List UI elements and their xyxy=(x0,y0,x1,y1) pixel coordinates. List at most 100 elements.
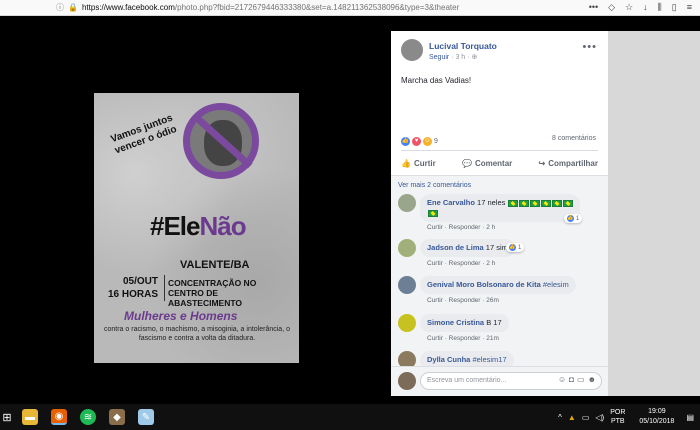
poster-scrawl: Vamos juntos vencer o ódio xyxy=(109,112,179,157)
brazil-flag-icon xyxy=(541,199,552,207)
follow-line: Seguir · 3 h · ⊕ xyxy=(429,54,478,61)
commenter-avatar[interactable] xyxy=(398,194,416,212)
commenter-name[interactable]: Dylla Cunha xyxy=(427,355,470,364)
brazil-flag-icon xyxy=(563,199,574,207)
poster-city: VALENTE/BA xyxy=(180,259,250,271)
brazil-flag-icon xyxy=(552,199,563,207)
post-actions: 👍 Curtir 💬 Comentar ↪ Compartilhar xyxy=(401,155,598,171)
commenter-name[interactable]: Ene Carvalho xyxy=(427,198,475,207)
comment-button[interactable]: 💬 Comentar xyxy=(462,155,512,171)
clock[interactable]: 19:09 05/10/2018 xyxy=(639,407,674,427)
share-button[interactable]: ↪ Compartilhar xyxy=(539,155,599,171)
commenter-name[interactable]: Genival Moro Bolsonaro de Kita xyxy=(427,280,541,289)
pocket-icon[interactable]: ◇ xyxy=(608,2,615,13)
elenao-poster: Vamos juntos vencer o ódio #EleNão VALEN… xyxy=(94,93,299,363)
haha-reaction-icon: ☺ xyxy=(423,136,432,146)
post-header: Lucival Torquato Seguir · 3 h · ⊕ ••• xyxy=(401,39,601,63)
commenter-name[interactable]: Jadson de Lima xyxy=(427,243,484,252)
reaction-count: 9 xyxy=(434,137,438,145)
chevron-up-icon[interactable]: ^ xyxy=(558,413,562,422)
network-icon[interactable]: ▭ xyxy=(582,413,590,422)
poster-against: contra o racismo, o machismo, a misogini… xyxy=(104,326,290,342)
view-more-comments-link[interactable]: Ver mais 2 comentários xyxy=(398,182,471,189)
warning-icon[interactable]: ▲ xyxy=(568,413,576,422)
post-time[interactable]: 3 h xyxy=(455,54,465,61)
comments-list: Ver mais 2 comentários Ene Carvalho 17 n… xyxy=(391,176,608,396)
firefox-icon[interactable]: ◉ xyxy=(51,409,67,425)
gif-icon[interactable]: ▭ xyxy=(577,375,585,384)
brazil-flag-icon xyxy=(508,199,519,207)
commenter-name[interactable]: Simone Cristina xyxy=(427,318,484,327)
reaction-summary[interactable]: 👍 ♥ ☺ 9 xyxy=(401,135,438,147)
comment-like-count[interactable]: 👍 1 xyxy=(506,243,525,252)
app-icon[interactable]: ✎ xyxy=(138,409,154,425)
like-reaction-icon: 👍 xyxy=(509,244,516,251)
brazil-flag-icon xyxy=(530,199,541,207)
comment-bubble: Ene Carvalho 17 neles xyxy=(420,194,581,222)
prohibited-face-icon xyxy=(183,103,259,179)
download-icon[interactable]: ↓ xyxy=(643,2,648,12)
taskbar: ⊞ ▬ ◉ ≋ ◆ ✎ ^ ▲ ▭ ◁) POR PTB 19:09 05/10… xyxy=(0,404,700,430)
browser-toolbar: ⓘ 🔒 https://www.facebook.com/photo.php?f… xyxy=(0,0,700,16)
windows-start-icon[interactable]: ⊞ xyxy=(0,404,14,430)
photo-viewer[interactable]: Vamos juntos vencer o ódio #EleNão VALEN… xyxy=(0,31,391,396)
poster-hashtag: #EleNão xyxy=(150,211,247,241)
emoji-icon[interactable]: ☺ xyxy=(558,375,566,384)
url-host: https://www.facebook.com xyxy=(81,2,175,12)
post-caption: Marcha das Vadias! xyxy=(401,76,472,85)
language-indicator[interactable]: POR PTB xyxy=(610,408,625,426)
file-explorer-icon[interactable]: ▬ xyxy=(22,409,38,425)
info-icon[interactable]: ⓘ xyxy=(56,2,64,13)
comment-meta[interactable]: Curtir · Responder · 21m xyxy=(427,335,499,342)
spotify-icon[interactable]: ≋ xyxy=(80,409,96,425)
comment-hashtag[interactable]: #elesim17 xyxy=(472,355,506,364)
camera-icon[interactable]: ◘ xyxy=(569,375,574,384)
bookmark-star-icon[interactable]: ☆ xyxy=(625,2,633,13)
globe-icon: ⊕ xyxy=(471,54,478,61)
thumbs-up-icon: 👍 xyxy=(401,158,411,168)
poster-divider xyxy=(164,275,165,301)
share-arrow-icon: ↪ xyxy=(538,158,546,168)
comment-hashtag[interactable]: #elesim xyxy=(543,280,569,289)
comment-meta[interactable]: Curtir · Responder · 2 h xyxy=(427,224,495,231)
brazil-flag-icon xyxy=(519,199,530,207)
like-reaction-icon: 👍 xyxy=(401,136,410,146)
comment-bubble: Jadson de Lima 17 sim xyxy=(420,239,515,257)
comment-meta[interactable]: Curtir · Responder · 2 h xyxy=(427,260,495,267)
comment-bubble: Simone Cristina B 17 xyxy=(420,314,509,332)
post-options-icon[interactable]: ••• xyxy=(582,41,597,53)
follow-link[interactable]: Seguir xyxy=(429,54,449,61)
poster-location: CONCENTRAÇÃO NO CENTRO DE ABASTECIMENTO xyxy=(168,278,257,308)
lock-icon[interactable]: 🔒 xyxy=(68,3,78,12)
menu-icon[interactable]: ≡ xyxy=(687,2,692,12)
library-icon[interactable]: ⫼ xyxy=(658,2,662,13)
backdrop xyxy=(608,31,700,396)
app-icon[interactable]: ◆ xyxy=(109,409,125,425)
post-panel: Lucival Torquato Seguir · 3 h · ⊕ ••• Ma… xyxy=(391,31,608,396)
brazil-flag-icon xyxy=(428,209,438,217)
divider xyxy=(401,150,598,151)
comment-meta[interactable]: Curtir · Responder · 26m xyxy=(427,297,499,304)
volume-icon[interactable]: ◁) xyxy=(595,413,604,422)
page-actions-icon[interactable]: ••• xyxy=(589,2,598,12)
notifications-icon[interactable]: ▤ xyxy=(686,413,694,422)
love-reaction-icon: ♥ xyxy=(412,136,421,146)
user-avatar[interactable] xyxy=(398,372,416,390)
sticker-icon[interactable]: ☻ xyxy=(588,375,596,384)
speech-bubble-icon: 💬 xyxy=(461,158,472,168)
comment-composer: Escreva um comentário... ☺ ◘ ▭ ☻ xyxy=(391,366,608,396)
poster-datetime: 05/OUT 16 HORAS xyxy=(108,276,159,300)
toolbar-icons: ••• ◇ ☆ ↓ ⫼ ▯ ≡ xyxy=(589,0,700,14)
comment-count[interactable]: 8 comentários xyxy=(552,135,596,142)
commenter-avatar[interactable] xyxy=(398,239,416,257)
author-avatar[interactable] xyxy=(401,39,423,61)
like-button[interactable]: 👍 Curtir xyxy=(401,155,436,171)
commenter-avatar[interactable] xyxy=(398,276,416,294)
comment-like-count[interactable]: 👍 1 xyxy=(564,214,583,223)
sidebar-icon[interactable]: ▯ xyxy=(672,2,677,13)
url-field[interactable]: ⓘ 🔒 https://www.facebook.com/photo.php?f… xyxy=(52,0,562,14)
commenter-avatar[interactable] xyxy=(398,314,416,332)
comment-text: B 17 xyxy=(486,318,502,327)
author-name[interactable]: Lucival Torquato xyxy=(429,41,497,51)
taskbar-apps: ▬ ◉ ≋ ◆ ✎ xyxy=(22,404,154,430)
